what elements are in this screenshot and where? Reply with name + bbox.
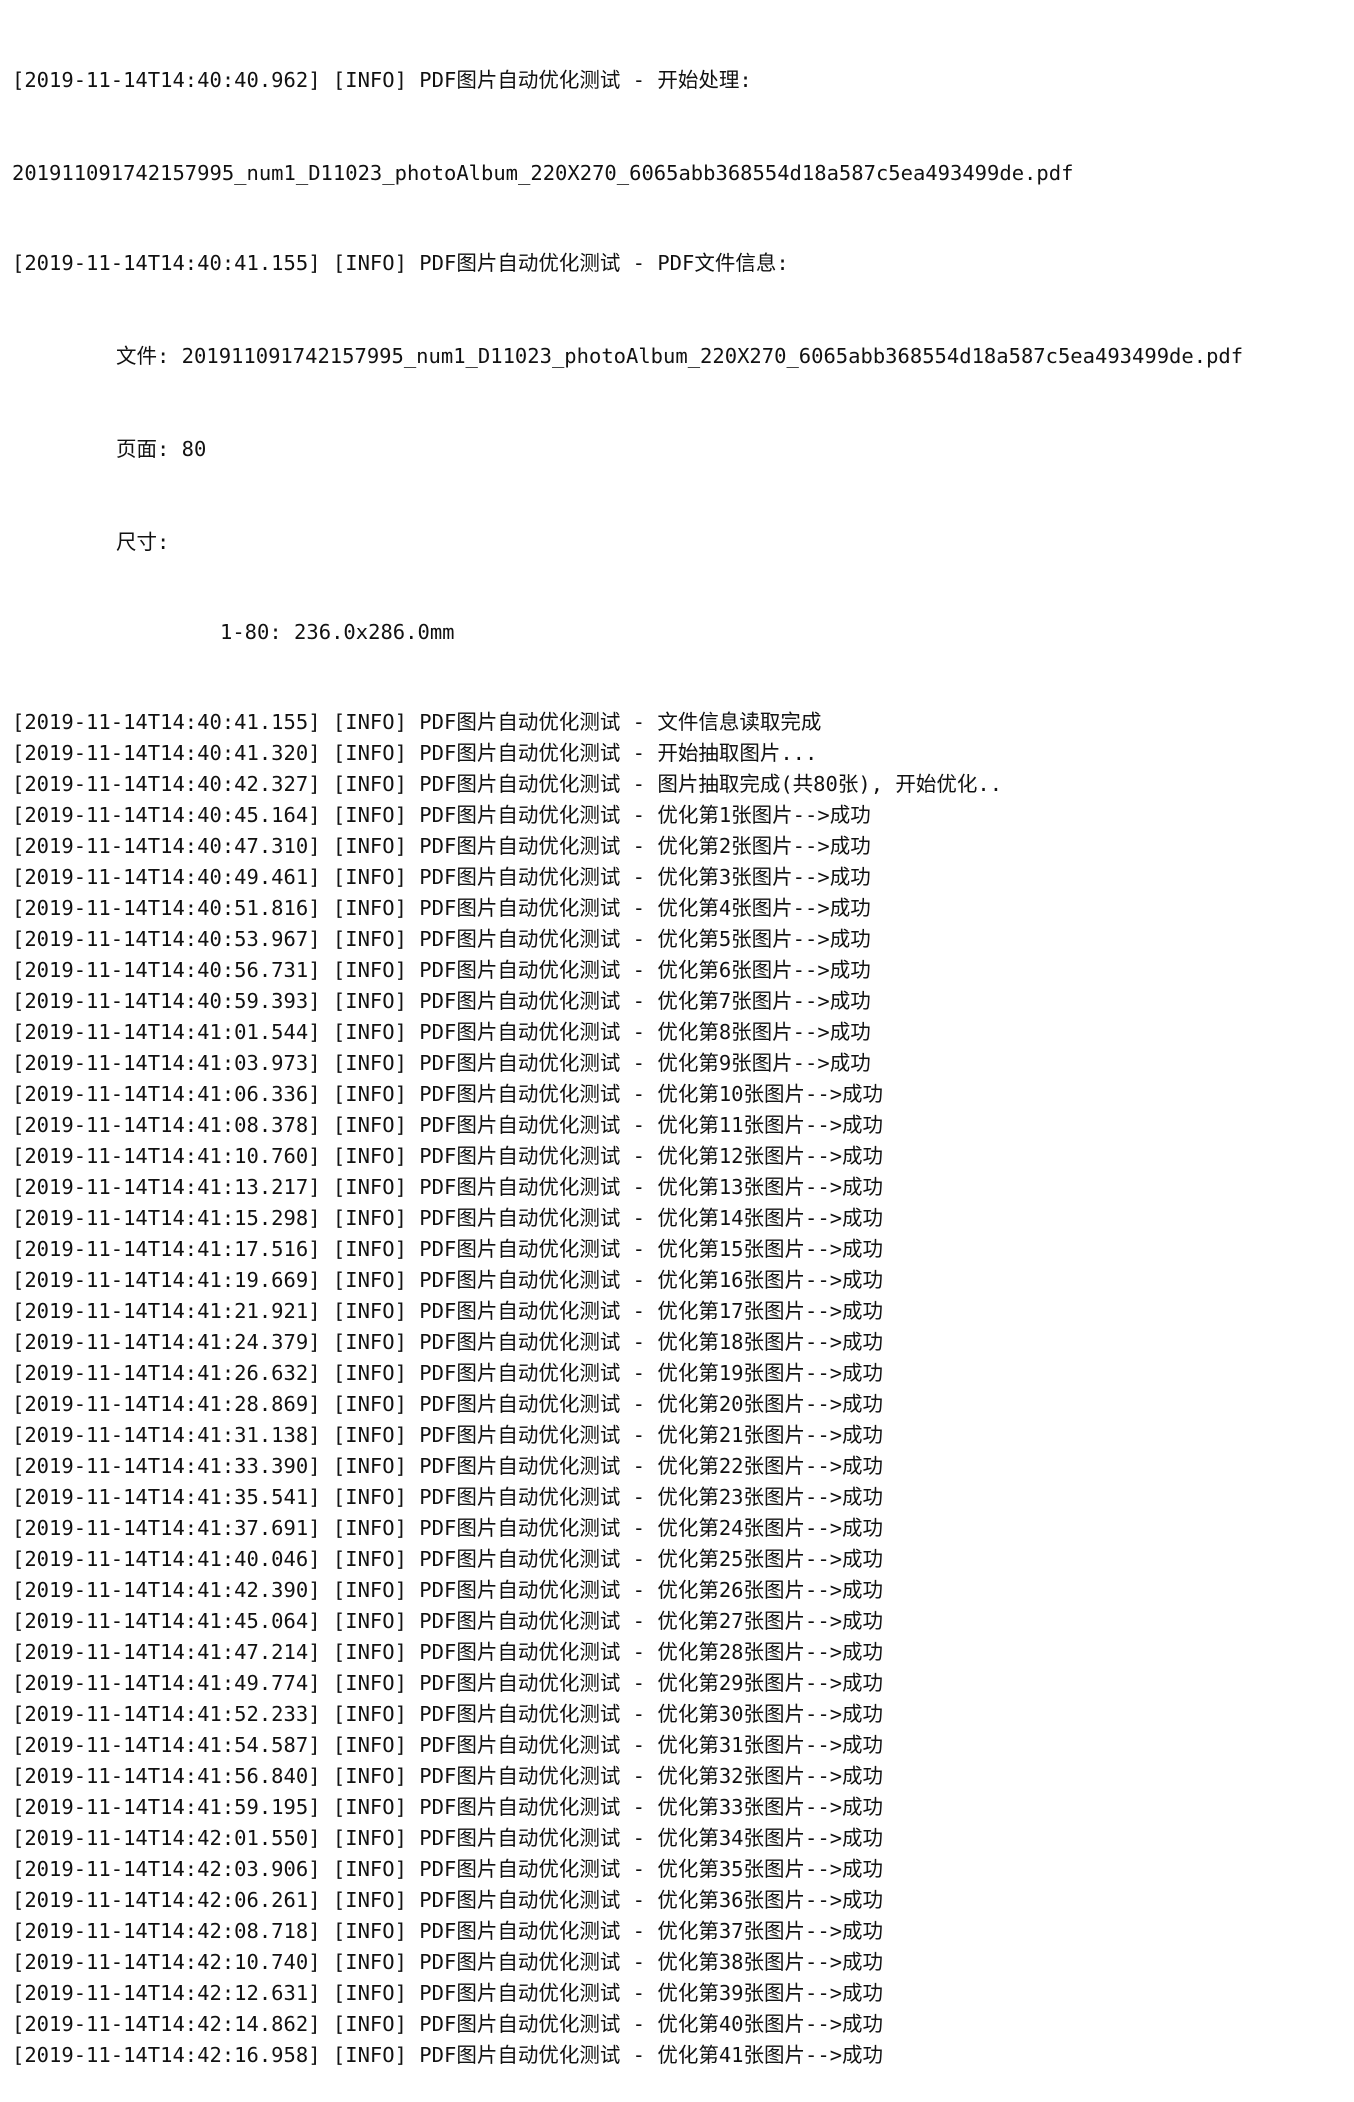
log-line: [2019-11-14T14:42:01.550] [INFO] PDF图片自动… (12, 1826, 884, 1850)
log-line: [2019-11-14T14:41:26.632] [INFO] PDF图片自动… (12, 1361, 884, 1385)
log-line: [2019-11-14T14:41:19.669] [INFO] PDF图片自动… (12, 1268, 884, 1292)
log-line: [2019-11-14T14:41:59.195] [INFO] PDF图片自动… (12, 1795, 884, 1819)
log-line: [2019-11-14T14:41:35.541] [INFO] PDF图片自动… (12, 1485, 884, 1509)
log-line: [2019-11-14T14:41:31.138] [INFO] PDF图片自动… (12, 1423, 884, 1447)
log-line: [2019-11-14T14:41:01.544] [INFO] PDF图片自动… (12, 1020, 871, 1044)
log-line: [2019-11-14T14:40:49.461] [INFO] PDF图片自动… (12, 865, 871, 889)
log-line: [2019-11-14T14:42:03.906] [INFO] PDF图片自动… (12, 1857, 884, 1881)
log-line: [2019-11-14T14:41:37.691] [INFO] PDF图片自动… (12, 1516, 884, 1540)
log-line: [2019-11-14T14:41:52.233] [INFO] PDF图片自动… (12, 1702, 884, 1726)
log-line: [2019-11-14T14:41:08.378] [INFO] PDF图片自动… (12, 1113, 884, 1137)
log-line: [2019-11-14T14:40:59.393] [INFO] PDF图片自动… (12, 989, 871, 1013)
log-line: [2019-11-14T14:41:21.921] [INFO] PDF图片自动… (12, 1299, 884, 1323)
log-line: [2019-11-14T14:41:28.869] [INFO] PDF图片自动… (12, 1392, 884, 1416)
log-line: [2019-11-14T14:41:06.336] [INFO] PDF图片自动… (12, 1082, 884, 1106)
log-line: [2019-11-14T14:40:45.164] [INFO] PDF图片自动… (12, 803, 871, 827)
log-line: [2019-11-14T14:41:47.214] [INFO] PDF图片自动… (12, 1640, 884, 1664)
file-info-size-label: 尺寸: (116, 530, 170, 554)
log-line: [2019-11-14T14:40:47.310] [INFO] PDF图片自动… (12, 834, 871, 858)
log-line: [2019-11-14T14:40:53.967] [INFO] PDF图片自动… (12, 927, 871, 951)
log-entries: [2019-11-14T14:40:41.155] [INFO] PDF图片自动… (12, 707, 1347, 2071)
log-line-filename: 201911091742157995_num1_D11023_photoAlbu… (12, 161, 1074, 185)
log-line: [2019-11-14T14:41:03.973] [INFO] PDF图片自动… (12, 1051, 871, 1075)
log-line: [2019-11-14T14:40:42.327] [INFO] PDF图片自动… (12, 772, 1003, 796)
log-line-pdf-info: [2019-11-14T14:40:41.155] [INFO] PDF图片自动… (12, 251, 789, 275)
log-line: [2019-11-14T14:42:08.718] [INFO] PDF图片自动… (12, 1919, 884, 1943)
file-info-file: 文件: 201911091742157995_num1_D11023_photo… (116, 344, 1244, 368)
log-line: [2019-11-14T14:41:54.587] [INFO] PDF图片自动… (12, 1733, 884, 1757)
log-line: [2019-11-14T14:42:10.740] [INFO] PDF图片自动… (12, 1950, 884, 1974)
file-info-pages: 页面: 80 (116, 437, 207, 461)
log-line: [2019-11-14T14:41:17.516] [INFO] PDF图片自动… (12, 1237, 884, 1261)
log-line: [2019-11-14T14:40:41.320] [INFO] PDF图片自动… (12, 741, 818, 765)
log-line: [2019-11-14T14:42:16.958] [INFO] PDF图片自动… (12, 2043, 884, 2067)
log-line: [2019-11-14T14:41:15.298] [INFO] PDF图片自动… (12, 1206, 884, 1230)
log-line-start: [2019-11-14T14:40:40.962] [INFO] PDF图片自动… (12, 68, 752, 92)
file-info-size-value: 1-80: 236.0x286.0mm (220, 620, 455, 644)
log-line: [2019-11-14T14:40:51.816] [INFO] PDF图片自动… (12, 896, 871, 920)
log-line: [2019-11-14T14:41:33.390] [INFO] PDF图片自动… (12, 1454, 884, 1478)
log-line: [2019-11-14T14:41:40.046] [INFO] PDF图片自动… (12, 1547, 884, 1571)
log-line: [2019-11-14T14:42:14.862] [INFO] PDF图片自动… (12, 2012, 884, 2036)
log-line: [2019-11-14T14:41:56.840] [INFO] PDF图片自动… (12, 1764, 884, 1788)
log-line: [2019-11-14T14:41:10.760] [INFO] PDF图片自动… (12, 1144, 884, 1168)
log-line: [2019-11-14T14:41:45.064] [INFO] PDF图片自动… (12, 1609, 884, 1633)
log-line: [2019-11-14T14:42:12.631] [INFO] PDF图片自动… (12, 1981, 884, 2005)
log-line: [2019-11-14T14:41:13.217] [INFO] PDF图片自动… (12, 1175, 884, 1199)
log-output: [2019-11-14T14:40:40.962] [INFO] PDF图片自动… (12, 3, 1347, 2102)
log-line: [2019-11-14T14:41:42.390] [INFO] PDF图片自动… (12, 1578, 884, 1602)
log-line: [2019-11-14T14:41:49.774] [INFO] PDF图片自动… (12, 1671, 884, 1695)
log-line: [2019-11-14T14:40:41.155] [INFO] PDF图片自动… (12, 710, 822, 734)
log-line: [2019-11-14T14:40:56.731] [INFO] PDF图片自动… (12, 958, 871, 982)
log-line: [2019-11-14T14:42:06.261] [INFO] PDF图片自动… (12, 1888, 884, 1912)
log-line: [2019-11-14T14:41:24.379] [INFO] PDF图片自动… (12, 1330, 884, 1354)
